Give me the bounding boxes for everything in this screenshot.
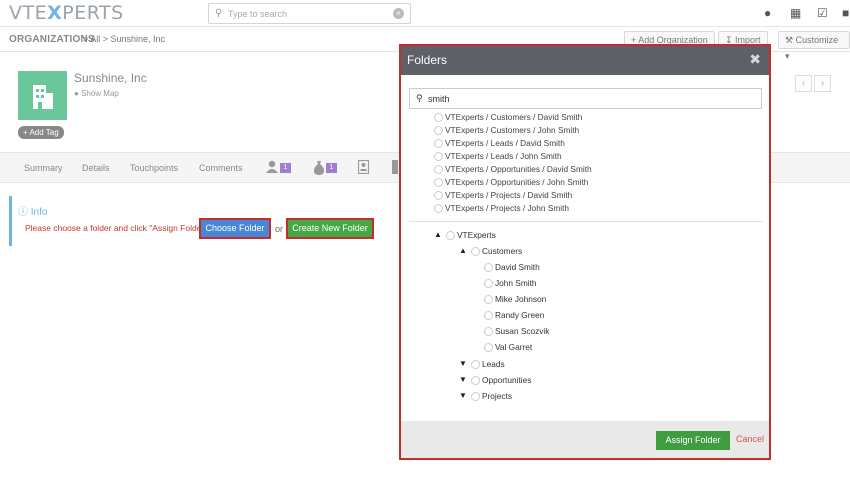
or-label: or bbox=[275, 224, 284, 234]
search-icon: ⚲ bbox=[416, 93, 423, 103]
radio-button[interactable] bbox=[484, 294, 493, 304]
id-card-icon[interactable] bbox=[358, 160, 369, 174]
tree-leaf[interactable]: Randy Green bbox=[484, 309, 544, 321]
tree-leaf[interactable]: Susan Scozvik bbox=[484, 325, 549, 337]
divider bbox=[409, 221, 763, 222]
chevron-down-icon[interactable]: ▼ bbox=[459, 375, 467, 384]
user-icon[interactable]: ■ bbox=[842, 6, 849, 20]
tree-node-projects[interactable]: Projects bbox=[471, 390, 512, 402]
task-checkbox-icon[interactable]: ☑ bbox=[817, 6, 828, 20]
radio-button[interactable] bbox=[434, 112, 443, 122]
contacts-icon[interactable] bbox=[265, 160, 279, 174]
tree-leaf[interactable]: Val Garret bbox=[484, 341, 532, 353]
money-bag-icon[interactable] bbox=[313, 160, 325, 175]
tree-node-customers[interactable]: Customers bbox=[471, 245, 522, 257]
modal-header: Folders ✖ bbox=[401, 46, 769, 75]
chevron-up-icon[interactable]: ▲ bbox=[434, 230, 442, 239]
tree-leaf[interactable]: John Smith bbox=[484, 277, 537, 289]
global-search-input[interactable]: ⚲ Type to search × bbox=[208, 3, 411, 24]
breadcrumb-path[interactable]: > All > Sunshine, Inc bbox=[83, 34, 165, 44]
radio-button[interactable] bbox=[471, 246, 480, 256]
radio-button[interactable] bbox=[434, 151, 443, 161]
show-map-link[interactable]: ● Show Map bbox=[74, 89, 119, 98]
search-result-item[interactable]: VTExperts / Projects / John Smith bbox=[434, 202, 569, 214]
radio-button[interactable] bbox=[471, 391, 480, 401]
customize-button[interactable]: ⚒ Customize ▾ bbox=[778, 31, 850, 61]
radio-button[interactable] bbox=[484, 278, 493, 288]
app-logo[interactable]: VTEXPERTS bbox=[9, 2, 124, 24]
search-result-item[interactable]: VTExperts / Projects / David Smith bbox=[434, 189, 572, 201]
tab-touchpoints[interactable]: Touchpoints bbox=[130, 163, 178, 173]
folder-search-input[interactable]: ⚲ smith bbox=[409, 88, 762, 109]
search-placeholder: Type to search bbox=[228, 9, 288, 19]
tree-node-opportunities[interactable]: Opportunities bbox=[471, 374, 531, 386]
wrench-icon: ⚒ bbox=[785, 35, 796, 45]
search-result-item[interactable]: VTExperts / Leads / John Smith bbox=[434, 150, 562, 162]
radio-button[interactable] bbox=[484, 262, 493, 272]
tab-summary[interactable]: Summary bbox=[24, 163, 63, 173]
close-icon[interactable]: ✖ bbox=[749, 51, 761, 68]
info-message: Please choose a folder and click "Assign… bbox=[25, 223, 210, 233]
prev-record-button[interactable]: ‹ bbox=[795, 75, 812, 92]
radio-button[interactable] bbox=[434, 190, 443, 200]
radio-button[interactable] bbox=[434, 203, 443, 213]
chevron-down-icon[interactable]: ▼ bbox=[459, 359, 467, 368]
search-icon: ⚲ bbox=[215, 8, 223, 19]
folders-modal: Folders ✖ ⚲ smith VTExperts / Customers … bbox=[399, 44, 771, 460]
deals-count-badge: 1 bbox=[326, 163, 337, 173]
more-tab-icon[interactable] bbox=[392, 160, 398, 174]
tab-comments[interactable]: Comments bbox=[199, 163, 243, 173]
assign-folder-button[interactable]: Assign Folder bbox=[656, 431, 730, 450]
next-record-button[interactable]: › bbox=[814, 75, 831, 92]
search-result-item[interactable]: VTExperts / Customers / John Smith bbox=[434, 124, 579, 136]
tree-node-root[interactable]: VTExperts bbox=[446, 229, 496, 241]
calendar-icon[interactable]: ▦ bbox=[790, 6, 801, 20]
map-marker-icon: ● bbox=[74, 89, 82, 98]
cancel-link[interactable]: Cancel bbox=[736, 434, 764, 444]
building-icon bbox=[33, 85, 53, 109]
top-navbar: VTEXPERTS ⚲ Type to search × ● ▦ ☑ ■ bbox=[0, 0, 850, 27]
contacts-count-badge: 1 bbox=[280, 163, 291, 173]
info-title: ⓘ Info bbox=[18, 207, 48, 218]
radio-button[interactable] bbox=[471, 359, 480, 369]
create-new-folder-button[interactable]: Create New Folder bbox=[286, 218, 374, 239]
radio-button[interactable] bbox=[446, 230, 455, 240]
choose-folder-button[interactable]: Choose Folder bbox=[199, 218, 271, 239]
add-tag-button[interactable]: + Add Tag bbox=[18, 126, 64, 139]
tree-node-leads[interactable]: Leads bbox=[471, 358, 505, 370]
radio-button[interactable] bbox=[434, 125, 443, 135]
tree-leaf[interactable]: David Smith bbox=[484, 261, 540, 273]
search-result-item[interactable]: VTExperts / Leads / David Smith bbox=[434, 137, 565, 149]
radio-button[interactable] bbox=[434, 164, 443, 174]
tab-details[interactable]: Details bbox=[82, 163, 110, 173]
folder-search-value: smith bbox=[428, 94, 450, 104]
radio-button[interactable] bbox=[471, 375, 480, 385]
modal-title: Folders bbox=[407, 53, 448, 67]
radio-button[interactable] bbox=[434, 138, 443, 148]
chevron-down-icon[interactable]: ▼ bbox=[459, 391, 467, 400]
tree-leaf[interactable]: Mike Johnson bbox=[484, 293, 546, 305]
add-circle-icon[interactable]: ● bbox=[764, 6, 771, 20]
radio-button[interactable] bbox=[484, 310, 493, 320]
clear-search-icon[interactable]: × bbox=[393, 8, 404, 19]
search-result-item[interactable]: VTExperts / Opportunities / John Smith bbox=[434, 176, 588, 188]
search-result-item[interactable]: VTExperts / Opportunities / David Smith bbox=[434, 163, 592, 175]
chevron-up-icon[interactable]: ▲ bbox=[459, 246, 467, 255]
radio-button[interactable] bbox=[434, 177, 443, 187]
record-name: Sunshine, Inc bbox=[74, 71, 147, 85]
radio-button[interactable] bbox=[484, 326, 493, 336]
radio-button[interactable] bbox=[484, 342, 493, 352]
search-result-item[interactable]: VTExperts / Customers / David Smith bbox=[434, 111, 582, 123]
breadcrumb-module[interactable]: ORGANIZATIONS bbox=[9, 34, 95, 45]
record-image bbox=[18, 71, 67, 120]
info-circle-icon: ⓘ bbox=[18, 207, 31, 218]
